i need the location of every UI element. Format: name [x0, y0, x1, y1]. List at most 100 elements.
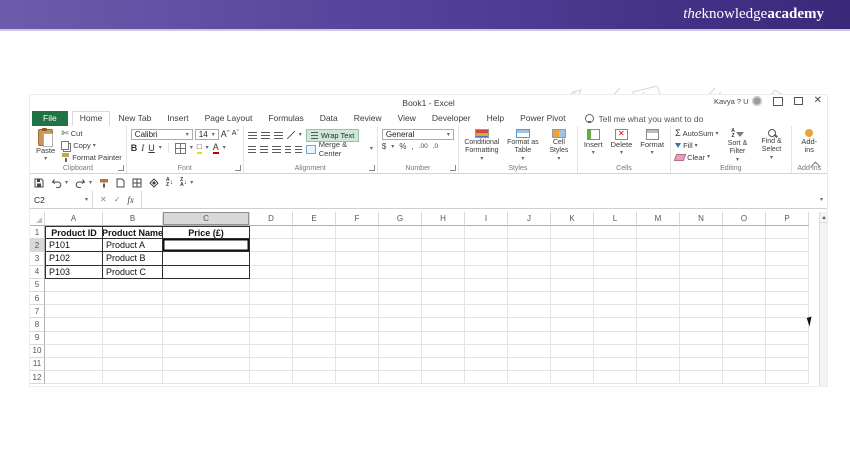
- cell-A8[interactable]: [45, 318, 103, 331]
- cell-H11[interactable]: [422, 358, 465, 371]
- cell-H1[interactable]: [422, 226, 465, 239]
- cell-J7[interactable]: [508, 305, 551, 318]
- cell-M6[interactable]: [637, 292, 680, 305]
- insert-function-icon[interactable]: fx: [127, 195, 134, 205]
- format-cells-button[interactable]: Format▾: [638, 129, 666, 162]
- cell-H10[interactable]: [422, 345, 465, 358]
- cell-D11[interactable]: [250, 358, 293, 371]
- cell-J11[interactable]: [508, 358, 551, 371]
- cell-E9[interactable]: [293, 332, 336, 345]
- cell-G7[interactable]: [379, 305, 422, 318]
- cell-P9[interactable]: [766, 332, 809, 345]
- tab-data[interactable]: Data: [312, 111, 346, 126]
- borders-icon[interactable]: [175, 143, 186, 154]
- cell-J1[interactable]: [508, 226, 551, 239]
- dialog-launcher-icon[interactable]: [369, 165, 375, 171]
- cell-O9[interactable]: [723, 332, 766, 345]
- insert-cells-button[interactable]: Insert▾: [582, 129, 605, 162]
- cell-E6[interactable]: [293, 292, 336, 305]
- cell-L11[interactable]: [594, 358, 637, 371]
- clear-button[interactable]: Clear▾: [675, 152, 718, 162]
- cell-M4[interactable]: [637, 266, 680, 279]
- cell-I5[interactable]: [465, 279, 508, 292]
- tab-review[interactable]: Review: [346, 111, 390, 126]
- cell-A6[interactable]: [45, 292, 103, 305]
- cell-K7[interactable]: [551, 305, 594, 318]
- cell-D2[interactable]: [250, 239, 293, 252]
- cell-L6[interactable]: [594, 292, 637, 305]
- cell-C7[interactable]: [163, 305, 250, 318]
- cell-O5[interactable]: [723, 279, 766, 292]
- tab-developer[interactable]: Developer: [424, 111, 479, 126]
- cell-N6[interactable]: [680, 292, 723, 305]
- column-header-E[interactable]: E: [293, 212, 336, 226]
- select-all-corner[interactable]: [30, 212, 45, 226]
- cell-K3[interactable]: [551, 252, 594, 265]
- cell-F1[interactable]: [336, 226, 379, 239]
- cell-N4[interactable]: [680, 266, 723, 279]
- cell-L8[interactable]: [594, 318, 637, 331]
- cell-G6[interactable]: [379, 292, 422, 305]
- cell-B6[interactable]: [103, 292, 163, 305]
- sort-ascending-icon[interactable]: AZ↓: [166, 178, 173, 188]
- cell-O4[interactable]: [723, 266, 766, 279]
- cell-E3[interactable]: [293, 252, 336, 265]
- cell-F10[interactable]: [336, 345, 379, 358]
- undo-icon[interactable]: [51, 178, 62, 188]
- tell-me-box[interactable]: Tell me what you want to do: [585, 111, 703, 126]
- cell-H3[interactable]: [422, 252, 465, 265]
- cell-J12[interactable]: [508, 371, 551, 384]
- column-header-D[interactable]: D: [250, 212, 293, 226]
- dialog-launcher-icon[interactable]: [118, 165, 124, 171]
- cell-A3[interactable]: P102: [45, 252, 103, 265]
- row-header-7[interactable]: 7: [30, 305, 45, 318]
- cell-M7[interactable]: [637, 305, 680, 318]
- cell-L2[interactable]: [594, 239, 637, 252]
- cell-J8[interactable]: [508, 318, 551, 331]
- cell-E7[interactable]: [293, 305, 336, 318]
- cell-C5[interactable]: [163, 279, 250, 292]
- cut-button[interactable]: ✄Cut: [61, 129, 122, 139]
- name-box[interactable]: C2 ▾: [30, 191, 93, 208]
- cell-B11[interactable]: [103, 358, 163, 371]
- cell-M10[interactable]: [637, 345, 680, 358]
- orientation-icon[interactable]: [287, 131, 295, 139]
- cell-K2[interactable]: [551, 239, 594, 252]
- addins-button[interactable]: Add-ins: [796, 129, 823, 162]
- cell-A12[interactable]: [45, 371, 103, 384]
- undo-dropdown-icon[interactable]: ▾: [65, 180, 68, 186]
- column-header-O[interactable]: O: [723, 212, 766, 226]
- cell-F5[interactable]: [336, 279, 379, 292]
- cell-O12[interactable]: [723, 371, 766, 384]
- merge-center-button[interactable]: Merge & Center▾: [306, 144, 373, 154]
- cell-N5[interactable]: [680, 279, 723, 292]
- fill-color-icon[interactable]: □: [197, 142, 202, 154]
- cell-K8[interactable]: [551, 318, 594, 331]
- conditional-formatting-button[interactable]: Conditional Formatting ▾: [463, 129, 501, 162]
- cell-F11[interactable]: [336, 358, 379, 371]
- fill-button[interactable]: Fill▾: [675, 141, 718, 151]
- cell-A7[interactable]: [45, 305, 103, 318]
- column-header-N[interactable]: N: [680, 212, 723, 226]
- cell-G4[interactable]: [379, 266, 422, 279]
- cell-C4[interactable]: [163, 266, 250, 279]
- cell-F12[interactable]: [336, 371, 379, 384]
- increase-indent-icon[interactable]: [295, 146, 301, 153]
- cell-C8[interactable]: [163, 318, 250, 331]
- cell-G8[interactable]: [379, 318, 422, 331]
- cell-O2[interactable]: [723, 239, 766, 252]
- cell-I2[interactable]: [465, 239, 508, 252]
- cell-A2[interactable]: P101: [45, 239, 103, 252]
- cell-styles-button[interactable]: Cell Styles ▾: [545, 129, 573, 162]
- sort-descending-icon[interactable]: ZA↓: [180, 178, 187, 188]
- close-icon[interactable]: ✕: [814, 96, 822, 106]
- cell-B12[interactable]: [103, 371, 163, 384]
- cell-N11[interactable]: [680, 358, 723, 371]
- cell-C3[interactable]: [163, 252, 250, 265]
- cell-D9[interactable]: [250, 332, 293, 345]
- cell-M9[interactable]: [637, 332, 680, 345]
- cell-C1[interactable]: Price (£): [163, 226, 250, 239]
- underline-button[interactable]: U: [148, 143, 155, 153]
- cell-J3[interactable]: [508, 252, 551, 265]
- cell-I3[interactable]: [465, 252, 508, 265]
